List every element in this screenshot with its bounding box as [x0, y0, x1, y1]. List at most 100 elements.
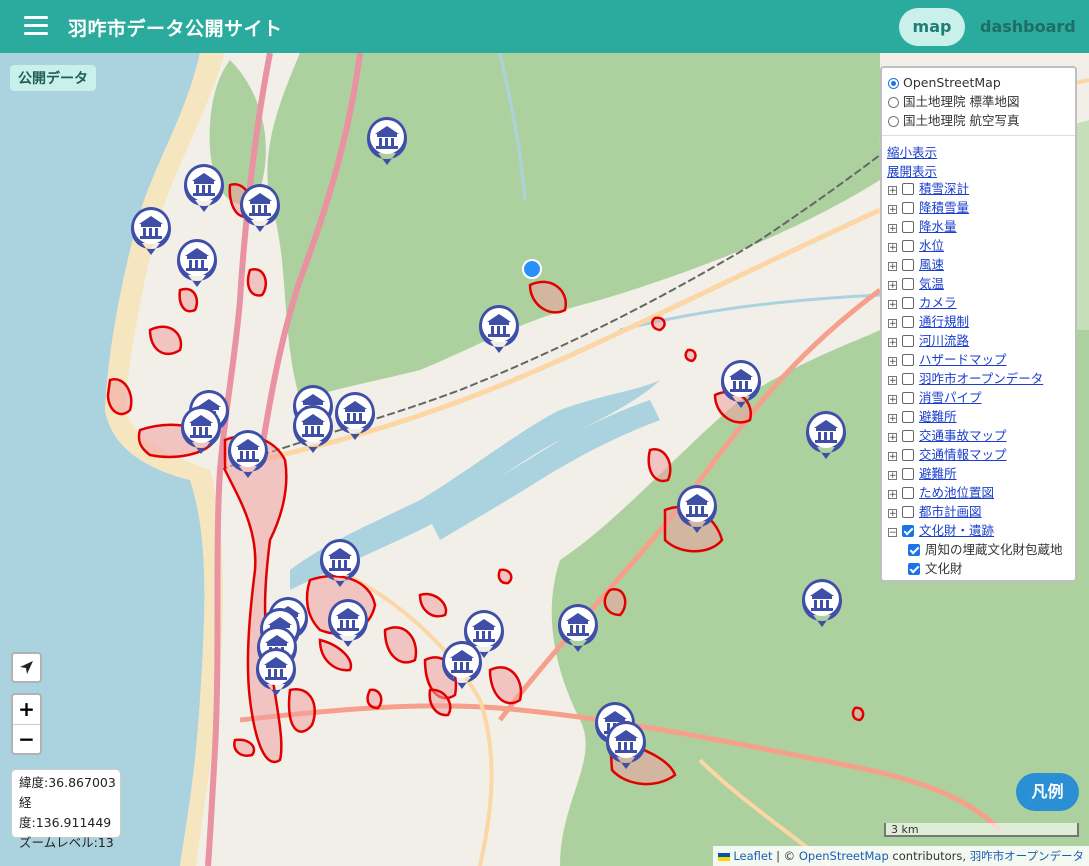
expand-toggle-icon[interactable]: +	[888, 243, 897, 253]
expand-toggle-icon[interactable]: +	[888, 205, 897, 215]
overlay-layer-row[interactable]: + 風速	[888, 256, 944, 274]
shrine-temple-marker-icon[interactable]	[256, 648, 296, 696]
layer-label[interactable]: 都市計画図	[919, 504, 982, 519]
layer-checkbox[interactable]	[902, 373, 914, 385]
layer-label[interactable]: 交通情報マップ	[919, 447, 1007, 462]
expand-toggle-icon[interactable]: +	[888, 395, 897, 405]
layer-checkbox[interactable]	[902, 430, 914, 442]
overlay-layer-row[interactable]: + 交通事故マップ	[888, 427, 1007, 445]
shrine-temple-marker-icon[interactable]	[293, 405, 333, 453]
layer-label[interactable]: 降水量	[919, 219, 957, 234]
overlay-layer-row[interactable]: + ハザードマップ	[888, 351, 1007, 369]
overlay-layer-row[interactable]: + 気温	[888, 275, 944, 293]
overlay-layer-row[interactable]: + 水位	[888, 237, 944, 255]
overlay-layer-row[interactable]: + 交通情報マップ	[888, 446, 1007, 464]
shrine-temple-marker-icon[interactable]	[240, 184, 280, 232]
layer-label[interactable]: ため池位置図	[919, 485, 994, 500]
layer-label[interactable]: 風速	[919, 257, 944, 272]
layer-checkbox[interactable]	[902, 221, 914, 233]
expand-toggle-icon[interactable]: +	[888, 452, 897, 462]
expand-toggle-icon[interactable]: +	[888, 471, 897, 481]
layer-checkbox[interactable]	[902, 411, 914, 423]
layer-label[interactable]: ハザードマップ	[919, 352, 1007, 367]
expand-toggle-icon[interactable]: +	[888, 300, 897, 310]
shrine-temple-marker-icon[interactable]	[181, 406, 221, 454]
shrine-temple-marker-icon[interactable]	[320, 539, 360, 587]
expand-toggle-icon[interactable]: +	[888, 376, 897, 386]
layer-checkbox[interactable]	[902, 506, 914, 518]
sub-layer-checkbox[interactable]	[908, 544, 920, 556]
base-layer-gsi-standard[interactable]: 国土地理院 標準地図	[888, 93, 1019, 111]
layer-checkbox[interactable]	[902, 202, 914, 214]
layer-label[interactable]: 交通事故マップ	[919, 428, 1007, 443]
expand-toggle-icon[interactable]: +	[888, 281, 897, 291]
expand-toggle-icon[interactable]: +	[888, 319, 897, 329]
layer-checkbox[interactable]	[902, 354, 914, 366]
shrine-temple-marker-icon[interactable]	[606, 721, 646, 769]
overlay-layer-row[interactable]: + カメラ	[888, 294, 957, 312]
expand-toggle-icon[interactable]: +	[888, 414, 897, 424]
layer-label[interactable]: 水位	[919, 238, 944, 253]
expand-toggle-icon[interactable]: +	[888, 186, 897, 196]
shrine-temple-marker-icon[interactable]	[479, 305, 519, 353]
collapse-all-link[interactable]: 縮小表示	[887, 142, 937, 161]
overlay-layer-row[interactable]: + 避難所	[888, 408, 957, 426]
layer-checkbox[interactable]	[902, 525, 914, 537]
layer-checkbox[interactable]	[902, 297, 914, 309]
expand-all-link[interactable]: 展開表示	[887, 161, 937, 180]
overlay-layer-row[interactable]: + 降積雪量	[888, 199, 969, 217]
layer-checkbox[interactable]	[902, 487, 914, 499]
layer-checkbox[interactable]	[902, 449, 914, 461]
base-layer-gsi-photo[interactable]: 国土地理院 航空写真	[888, 112, 1019, 130]
overlay-layer-row[interactable]: + ため池位置図	[888, 484, 994, 502]
overlay-layer-row[interactable]: + 避難所	[888, 465, 957, 483]
collapse-toggle-icon[interactable]: −	[888, 528, 897, 538]
base-layer-osm[interactable]: OpenStreetMap	[888, 74, 1001, 92]
sub-layer-checkbox[interactable]	[908, 563, 920, 575]
expand-toggle-icon[interactable]: +	[888, 224, 897, 234]
layer-checkbox[interactable]	[902, 335, 914, 347]
shrine-temple-marker-icon[interactable]	[442, 641, 482, 689]
hamburger-menu-icon[interactable]	[24, 16, 48, 36]
layer-label[interactable]: 羽咋市オープンデータ	[919, 371, 1043, 386]
expand-toggle-icon[interactable]: +	[888, 433, 897, 443]
layer-label[interactable]: 降積雪量	[919, 200, 969, 215]
shrine-temple-marker-icon[interactable]	[802, 579, 842, 627]
layer-label[interactable]: 消雪パイプ	[919, 390, 982, 405]
shrine-temple-marker-icon[interactable]	[677, 485, 717, 533]
layer-label[interactable]: 避難所	[919, 466, 957, 481]
expand-toggle-icon[interactable]: +	[888, 509, 897, 519]
overlay-layer-row[interactable]: + 消雪パイプ	[888, 389, 982, 407]
shrine-temple-marker-icon[interactable]	[335, 392, 375, 440]
layer-checkbox[interactable]	[902, 468, 914, 480]
layer-checkbox[interactable]	[902, 316, 914, 328]
osm-link[interactable]: OpenStreetMap	[799, 849, 889, 863]
expand-toggle-icon[interactable]: +	[888, 357, 897, 367]
sub-layer-row[interactable]: 文化財	[908, 560, 963, 578]
shrine-temple-marker-icon[interactable]	[367, 117, 407, 165]
zoom-out-button[interactable]: −	[13, 725, 40, 754]
legend-button[interactable]: 凡例	[1016, 773, 1079, 811]
radio-gsi-photo[interactable]	[888, 116, 899, 127]
zoom-in-button[interactable]: +	[13, 695, 40, 725]
shrine-temple-marker-icon[interactable]	[721, 360, 761, 408]
shrine-temple-marker-icon[interactable]	[228, 430, 268, 478]
shrine-temple-marker-icon[interactable]	[558, 604, 598, 652]
expand-toggle-icon[interactable]: +	[888, 490, 897, 500]
overlay-layer-row[interactable]: + 積雪深計	[888, 180, 969, 198]
overlay-layer-row[interactable]: + 通行規制	[888, 313, 969, 331]
layer-checkbox[interactable]	[902, 278, 914, 290]
layer-checkbox[interactable]	[902, 240, 914, 252]
sub-layer-row[interactable]: 周知の埋蔵文化財包蔵地	[908, 541, 1063, 559]
overlay-layer-row[interactable]: + 都市計画図	[888, 503, 982, 521]
layer-checkbox[interactable]	[902, 392, 914, 404]
leaflet-link[interactable]: Leaflet	[733, 849, 772, 863]
overlay-layer-row[interactable]: + 河川流路	[888, 332, 969, 350]
overlay-layer-row[interactable]: + 羽咋市オープンデータ	[888, 370, 1043, 388]
layer-label[interactable]: 避難所	[919, 409, 957, 424]
layer-label[interactable]: カメラ	[919, 295, 957, 310]
layer-label[interactable]: 文化財・遺跡	[919, 523, 994, 538]
nav-map-button[interactable]: map	[899, 8, 965, 46]
layer-label[interactable]: 通行規制	[919, 314, 969, 329]
source-link[interactable]: 羽咋市オープンデータ	[970, 849, 1084, 863]
